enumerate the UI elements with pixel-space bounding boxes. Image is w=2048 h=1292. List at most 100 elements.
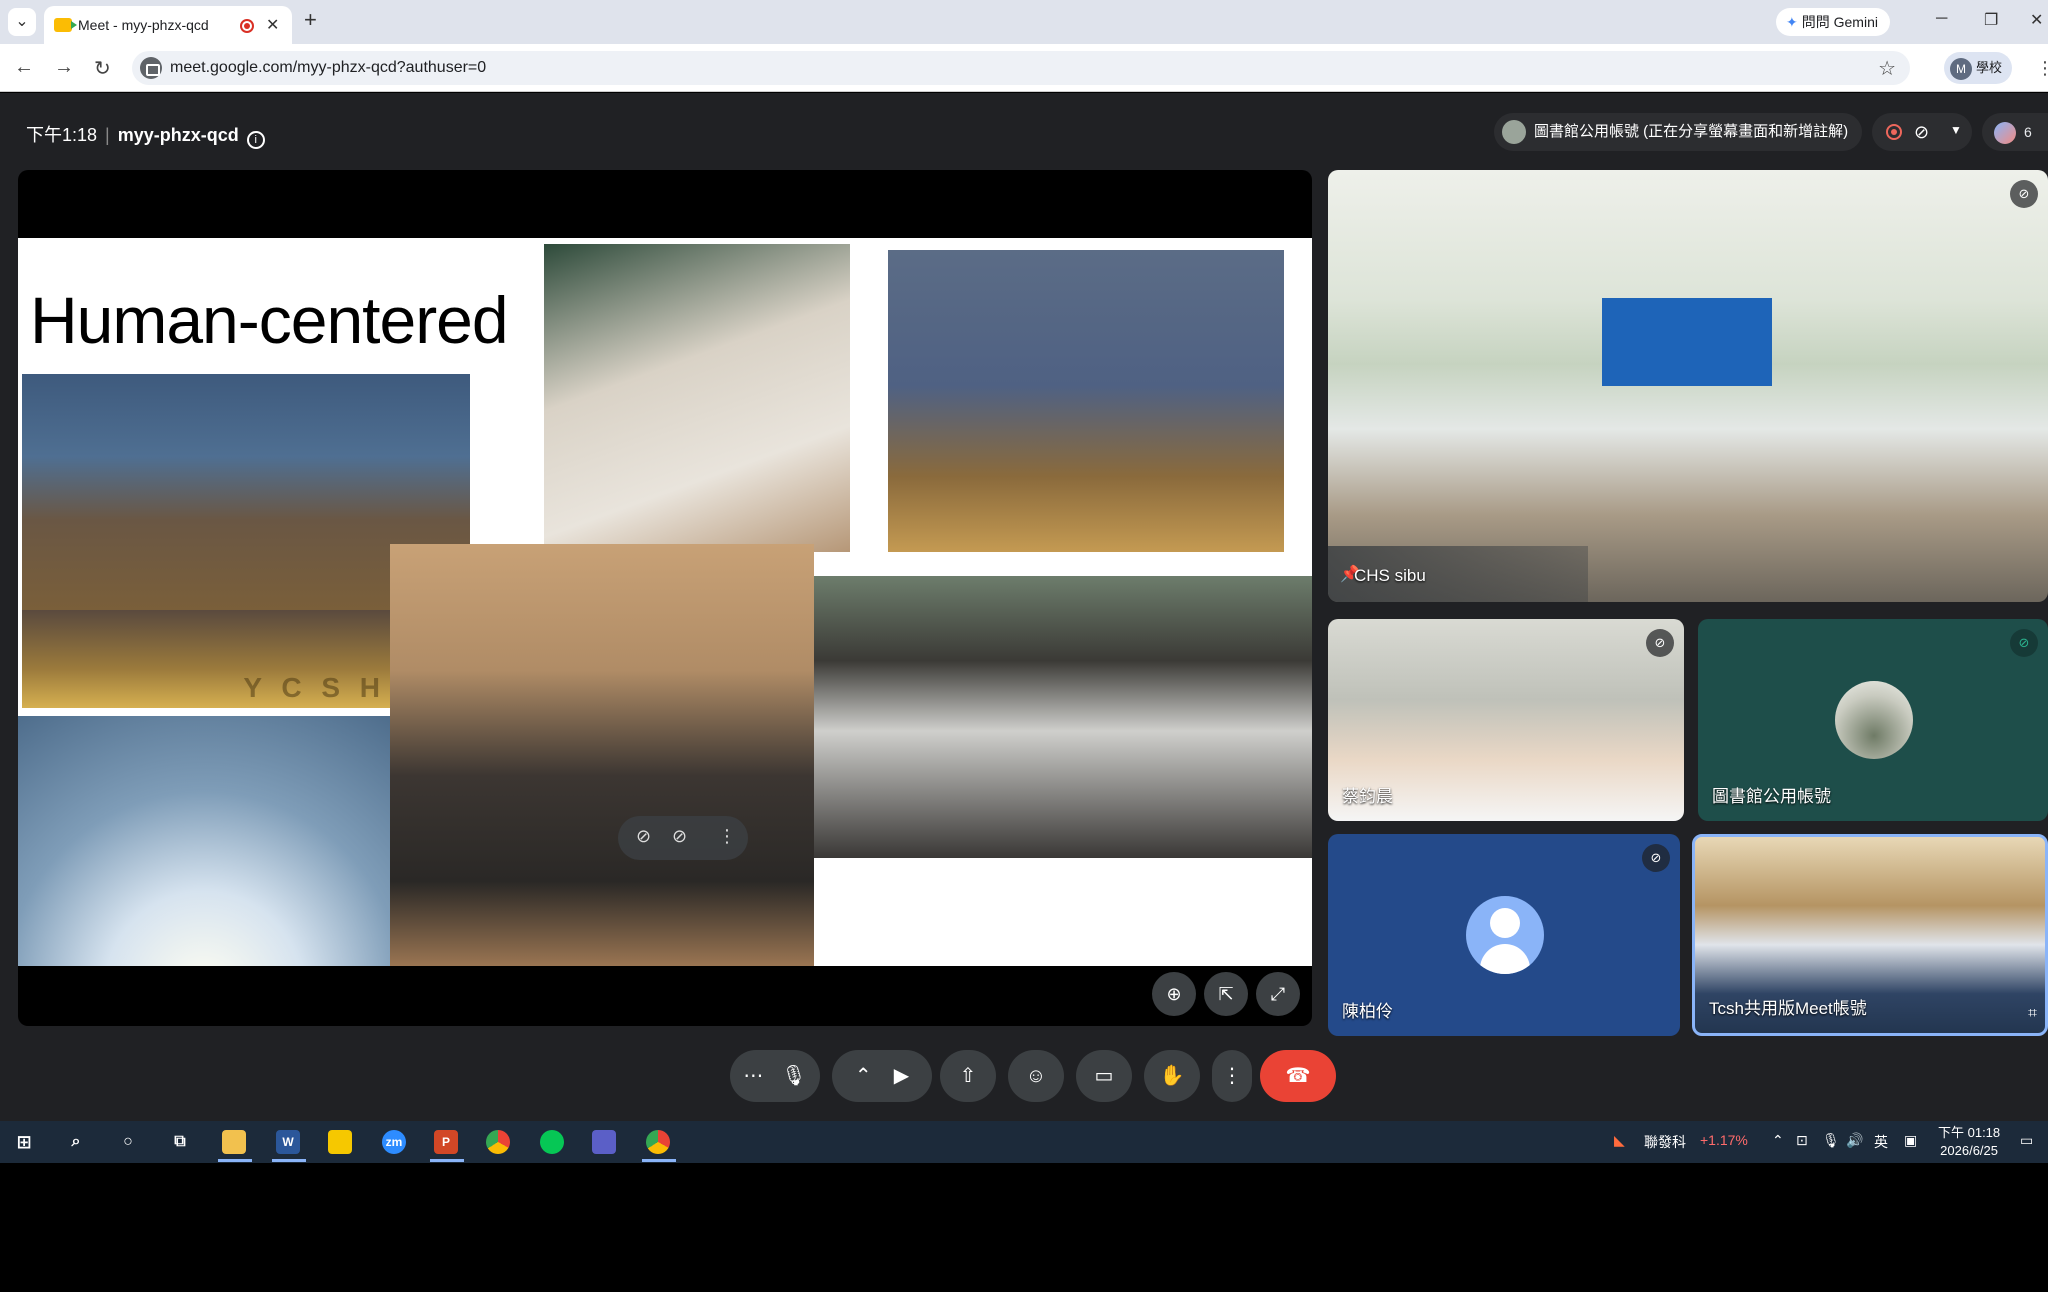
profile-button[interactable]: M 學校: [1944, 52, 2013, 84]
chrome-icon[interactable]: [486, 1130, 510, 1154]
network-icon[interactable]: ⊡: [1796, 1132, 1808, 1149]
windows-start-icon[interactable]: ⊞: [12, 1130, 36, 1154]
muted-mic-icon: ⊘: [2010, 180, 2038, 208]
recording-chip[interactable]: ⊘ ▼: [1872, 113, 1972, 151]
more-icon: ⋮: [1222, 1065, 1242, 1087]
camera-icon[interactable]: ▶: [894, 1065, 909, 1087]
meeting-info: 下午1:18 | myy-phzx-qcd i: [26, 121, 265, 149]
file-explorer-icon[interactable]: [222, 1130, 246, 1154]
avatar: [1466, 896, 1544, 974]
search-icon[interactable]: ⌕: [64, 1130, 88, 1154]
captions-off-icon: ⊘: [1914, 122, 1930, 142]
input-method-icon[interactable]: ▣: [1904, 1132, 1917, 1149]
participant-tile[interactable]: ⊘ 蔡鈞晨: [1328, 619, 1684, 821]
mute-icon[interactable]: ⊘: [672, 826, 687, 847]
notification-icon[interactable]: ▭: [2020, 1132, 2033, 1149]
active-indicator: [642, 1159, 676, 1162]
unpin-icon[interactable]: ⊘: [636, 826, 651, 847]
more-audio-options-icon[interactable]: ⋯: [743, 1065, 763, 1087]
site-info-icon[interactable]: [140, 57, 162, 79]
word-icon[interactable]: W: [276, 1130, 300, 1154]
participant-name: CHS sibu: [1354, 566, 1426, 585]
presenter-avatar: [1502, 120, 1526, 145]
mic-tray-icon[interactable]: 🎙: [1822, 1132, 1840, 1149]
participant-tile-self[interactable]: Tcsh共用版Meet帳號 ⌗: [1692, 834, 2048, 1036]
more-options-icon[interactable]: ⋮: [718, 826, 736, 847]
teams-icon[interactable]: [592, 1130, 616, 1154]
bookmark-star-icon[interactable]: ☆: [1878, 56, 1896, 81]
zoom-icon[interactable]: ⊕: [1152, 972, 1196, 1016]
captions-button[interactable]: ▭: [1076, 1050, 1132, 1102]
active-tab[interactable]: Meet - myy-phzx-qcd ✕: [44, 6, 292, 44]
stock-name[interactable]: 聯發科: [1644, 1132, 1686, 1152]
fullscreen-icon[interactable]: ⤢: [1256, 972, 1300, 1016]
gemini-button[interactable]: ✦ 問問 Gemini: [1776, 8, 1890, 36]
mic-icon[interactable]: 🎙: [781, 1065, 806, 1087]
close-window-icon[interactable]: ✕: [2030, 10, 2043, 30]
chevron-up-icon[interactable]: ⌃: [1772, 1132, 1784, 1149]
muted-mic-icon: ⊘: [1642, 844, 1670, 872]
powerpoint-icon[interactable]: P: [434, 1130, 458, 1154]
active-indicator: [272, 1159, 306, 1162]
stage-controls: ⊕ ⇱ ⤢: [1144, 972, 1300, 1016]
reload-icon[interactable]: ↻: [94, 56, 111, 81]
task-view-icon[interactable]: ⧉: [168, 1130, 192, 1154]
mic-control-group[interactable]: ⋯ 🎙: [730, 1050, 820, 1102]
participant-tile-pinned[interactable]: ⊘ 📌 CHS sibu: [1328, 170, 2048, 602]
volume-icon[interactable]: 🔊: [1846, 1132, 1863, 1149]
participant-tile[interactable]: ⊘ 陳柏伶: [1328, 834, 1680, 1036]
framing-icon[interactable]: ⌗: [2028, 1005, 2037, 1023]
meet-favicon-icon: [54, 18, 77, 32]
stock-widget-icon[interactable]: ◣: [1614, 1132, 1625, 1149]
cortana-icon[interactable]: ○: [116, 1130, 140, 1154]
browser-menu-icon[interactable]: ⋮: [2036, 58, 2048, 79]
minimize-icon[interactable]: ─: [1936, 10, 1947, 28]
recording-indicator-icon: [240, 19, 254, 33]
presenter-status-chip[interactable]: 圖書館公用帳號 (正在分享螢幕畫面和新增註解): [1494, 113, 1863, 151]
gemini-label: 問問 Gemini: [1801, 14, 1878, 30]
shared-slide: Human-centered Y C S H ⊘ ⊘ ⋮: [18, 238, 1312, 966]
back-icon[interactable]: ←: [14, 56, 34, 79]
raise-hand-button[interactable]: ✋: [1144, 1050, 1200, 1102]
windows-taskbar: ⊞ ⌕ ○ ⧉ W zm P ◣ 聯發科 +1.17% ⌃ ⊡ 🎙 🔊 英 ▣ …: [0, 1121, 2048, 1163]
meeting-time: 下午1:18: [26, 125, 98, 145]
taskbar-clock[interactable]: 下午 01:18 2026/6/25: [1938, 1124, 2000, 1160]
people-button[interactable]: 6: [1982, 113, 2048, 151]
restore-icon[interactable]: ❐: [1984, 10, 1998, 30]
photo-ycsh-banner: Y C S H: [22, 610, 394, 708]
clock-date: 2026/6/25: [1940, 1143, 1998, 1158]
gemini-icon: ✦: [1786, 14, 1798, 30]
sticky-notes-icon[interactable]: [328, 1130, 352, 1154]
zoom-icon[interactable]: zm: [382, 1130, 406, 1154]
muted-mic-icon: ⊘: [2010, 629, 2038, 657]
tab-search-button[interactable]: ⌄: [8, 8, 36, 36]
pop-out-icon[interactable]: ⇱: [1204, 972, 1248, 1016]
url-text: meet.google.com/myy-phzx-qcd?authuser=0: [170, 59, 487, 76]
presenter-status-text: 圖書館公用帳號 (正在分享螢幕畫面和新增註解): [1534, 123, 1849, 140]
ime-indicator[interactable]: 英: [1874, 1132, 1888, 1152]
camera-control-group[interactable]: ⌃ ▶: [832, 1050, 932, 1102]
stock-change: +1.17%: [1700, 1132, 1748, 1148]
participant-count: 6: [2024, 124, 2032, 140]
omnibox[interactable]: meet.google.com/myy-phzx-qcd?authuser=0 …: [132, 51, 1910, 85]
classroom-board: [1602, 298, 1772, 386]
chevron-up-icon[interactable]: ⌃: [855, 1065, 872, 1087]
line-icon[interactable]: [540, 1130, 564, 1154]
close-tab-icon[interactable]: ✕: [266, 15, 279, 35]
end-call-button[interactable]: ☎: [1260, 1050, 1336, 1102]
screen-letterbox: [0, 1163, 2048, 1292]
emoji-button[interactable]: ☺: [1008, 1050, 1064, 1102]
chevron-down-icon: ▼: [1950, 123, 1962, 137]
info-icon[interactable]: i: [246, 131, 265, 149]
more-options-button[interactable]: ⋮: [1212, 1050, 1252, 1102]
present-button[interactable]: ⇧: [940, 1050, 996, 1102]
new-tab-button[interactable]: +: [304, 7, 317, 33]
photo-drum-performance: [888, 250, 1284, 552]
avatar: [1835, 681, 1913, 759]
tile-overlay-controls[interactable]: ⊘ ⊘ ⋮: [618, 816, 748, 860]
chrome-meet-icon[interactable]: [646, 1130, 670, 1154]
avatar: M: [1950, 57, 1972, 80]
forward-icon[interactable]: →: [54, 56, 74, 79]
participant-tile[interactable]: ⊘ 圖書館公用帳號: [1698, 619, 2048, 821]
photo-balloon-students: [544, 244, 850, 552]
